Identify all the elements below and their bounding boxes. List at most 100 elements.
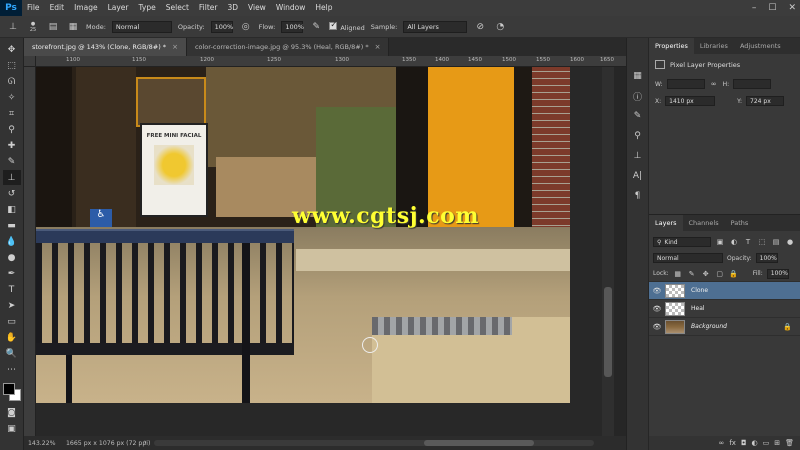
info-icon[interactable]: ⓘ: [630, 88, 646, 104]
new-group-icon[interactable]: ▭: [763, 439, 770, 447]
airbrush-icon[interactable]: ✎: [309, 20, 323, 34]
move-tool-icon[interactable]: ✥: [3, 42, 21, 57]
zoom-level[interactable]: 143.22%: [24, 440, 62, 447]
history-icon[interactable]: ▦: [630, 68, 646, 84]
color-swatches[interactable]: [2, 382, 22, 404]
menu-filter[interactable]: Filter: [194, 0, 223, 16]
menu-edit[interactable]: Edit: [45, 0, 70, 16]
filter-type-icon[interactable]: T: [743, 237, 753, 247]
ruler-origin[interactable]: [24, 56, 36, 67]
rectangle-tool-icon[interactable]: ▭: [3, 314, 21, 329]
adjustment-layer-icon[interactable]: ◐: [752, 439, 758, 447]
tab-adjustments[interactable]: Adjustments: [734, 38, 787, 54]
vertical-scrollbar[interactable]: [602, 67, 614, 436]
document-canvas[interactable]: FREE MINI FACIAL ♿: [36, 67, 570, 403]
tab-storefront[interactable]: storefront.jpg @ 143% (Clone, RGB/8#) * …: [24, 38, 187, 56]
layer-clone[interactable]: 👁 Clone: [649, 282, 800, 300]
x-field[interactable]: 1410 px: [665, 96, 716, 106]
pen-tool-icon[interactable]: ✒: [3, 266, 21, 281]
fill-field[interactable]: 100%: [766, 268, 789, 279]
maximize-button[interactable]: ☐: [768, 3, 776, 13]
layer-opacity-field[interactable]: 100%: [755, 253, 778, 263]
tab-close-icon[interactable]: ×: [172, 43, 178, 51]
filter-shape-icon[interactable]: ⬚: [757, 237, 767, 247]
brush-settings-icon[interactable]: ▤: [46, 20, 60, 34]
height-field[interactable]: [733, 79, 772, 89]
paragraph-icon[interactable]: ¶: [630, 188, 646, 204]
lock-image-icon[interactable]: ✎: [687, 269, 697, 279]
clone-source-icon[interactable]: ⊥: [630, 148, 646, 164]
filter-adjustment-icon[interactable]: ◐: [729, 237, 739, 247]
clone-stamp-tool-icon[interactable]: ⊥: [2, 170, 21, 185]
brush-tool-icon[interactable]: ✎: [3, 154, 21, 169]
type-tool-icon[interactable]: T: [3, 282, 21, 297]
width-field[interactable]: [666, 79, 705, 89]
tab-close-icon[interactable]: ×: [375, 43, 381, 51]
close-window-button[interactable]: ✕: [788, 3, 796, 13]
mode-select[interactable]: Normal: [111, 20, 172, 33]
opacity-field[interactable]: 100%: [210, 20, 233, 33]
menu-type[interactable]: Type: [134, 0, 161, 16]
lock-position-icon[interactable]: ✥: [701, 269, 711, 279]
y-field[interactable]: 724 px: [746, 96, 785, 106]
brush-preset-picker[interactable]: ● 25: [26, 20, 40, 34]
aligned-checkbox[interactable]: Aligned: [329, 20, 365, 32]
menu-help[interactable]: Help: [310, 0, 337, 16]
layer-name[interactable]: Background: [691, 323, 783, 330]
vertical-scroll-thumb[interactable]: [604, 287, 612, 377]
layer-style-icon[interactable]: fx: [729, 439, 736, 447]
tab-paths[interactable]: Paths: [725, 215, 755, 231]
status-arrow-icon[interactable]: ›: [144, 438, 147, 446]
eyedropper-tool-icon[interactable]: ⚲: [3, 122, 21, 137]
zoom-tool-icon[interactable]: 🔍: [3, 346, 21, 361]
tab-channels[interactable]: Channels: [683, 215, 725, 231]
lock-transparent-icon[interactable]: ▦: [673, 269, 683, 279]
flow-field[interactable]: 100%: [281, 20, 304, 33]
marquee-tool-icon[interactable]: ⬚: [3, 58, 21, 73]
sample-select[interactable]: All Layers: [403, 20, 468, 33]
add-mask-icon[interactable]: ◘: [741, 439, 747, 447]
link-icon[interactable]: ∞: [709, 79, 719, 89]
crop-tool-icon[interactable]: ⌗: [3, 106, 21, 121]
lock-all-icon[interactable]: 🔒: [729, 269, 739, 279]
lock-artboard-icon[interactable]: ▢: [715, 269, 725, 279]
clone-stamp-tool-icon[interactable]: ⊥: [6, 20, 20, 34]
filter-toggle-icon[interactable]: ●: [785, 237, 795, 247]
quick-mask-icon[interactable]: ◙: [3, 405, 21, 420]
brush-settings-icon[interactable]: ✎: [630, 108, 646, 124]
menu-window[interactable]: Window: [271, 0, 311, 16]
gradient-tool-icon[interactable]: ▬: [3, 218, 21, 233]
menu-3d[interactable]: 3D: [222, 0, 243, 16]
eye-icon[interactable]: 👁: [649, 305, 665, 313]
path-selection-tool-icon[interactable]: ➤: [3, 298, 21, 313]
layer-name[interactable]: Heal: [691, 305, 800, 312]
layer-name[interactable]: Clone: [691, 287, 800, 294]
foreground-color-swatch[interactable]: [2, 383, 15, 395]
eraser-tool-icon[interactable]: ◧: [3, 202, 21, 217]
minimize-button[interactable]: –: [752, 3, 757, 13]
blend-mode-select[interactable]: Normal: [653, 253, 723, 263]
hand-tool-icon[interactable]: ✋: [3, 330, 21, 345]
menu-select[interactable]: Select: [161, 0, 194, 16]
healing-brush-tool-icon[interactable]: ✚: [3, 138, 21, 153]
screen-mode-icon[interactable]: ▣: [3, 421, 21, 436]
lasso-tool-icon[interactable]: ᘏ: [3, 74, 21, 89]
brushes-icon[interactable]: ⚲: [630, 128, 646, 144]
menu-image[interactable]: Image: [69, 0, 103, 16]
horizontal-scrollbar[interactable]: [154, 440, 594, 446]
layer-background[interactable]: 👁 Background 🔒: [649, 318, 800, 336]
filter-pixel-icon[interactable]: ▣: [715, 237, 725, 247]
eye-icon[interactable]: 👁: [649, 323, 665, 331]
new-layer-icon[interactable]: ⊞: [774, 439, 780, 447]
kind-filter-select[interactable]: ⚲ Kind: [653, 237, 711, 247]
canvas-area[interactable]: FREE MINI FACIAL ♿ www.cgtsj.com: [36, 67, 614, 436]
filter-smart-object-icon[interactable]: ▤: [771, 237, 781, 247]
pressure-size-icon[interactable]: ◔: [493, 20, 507, 34]
menu-file[interactable]: File: [22, 0, 45, 16]
tab-layers[interactable]: Layers: [649, 215, 683, 231]
blur-tool-icon[interactable]: 💧: [3, 234, 21, 249]
history-brush-tool-icon[interactable]: ↺: [3, 186, 21, 201]
delete-layer-icon[interactable]: 🗑: [785, 439, 794, 447]
more-tools-icon[interactable]: ⋯: [3, 362, 21, 377]
character-icon[interactable]: A|: [630, 168, 646, 184]
